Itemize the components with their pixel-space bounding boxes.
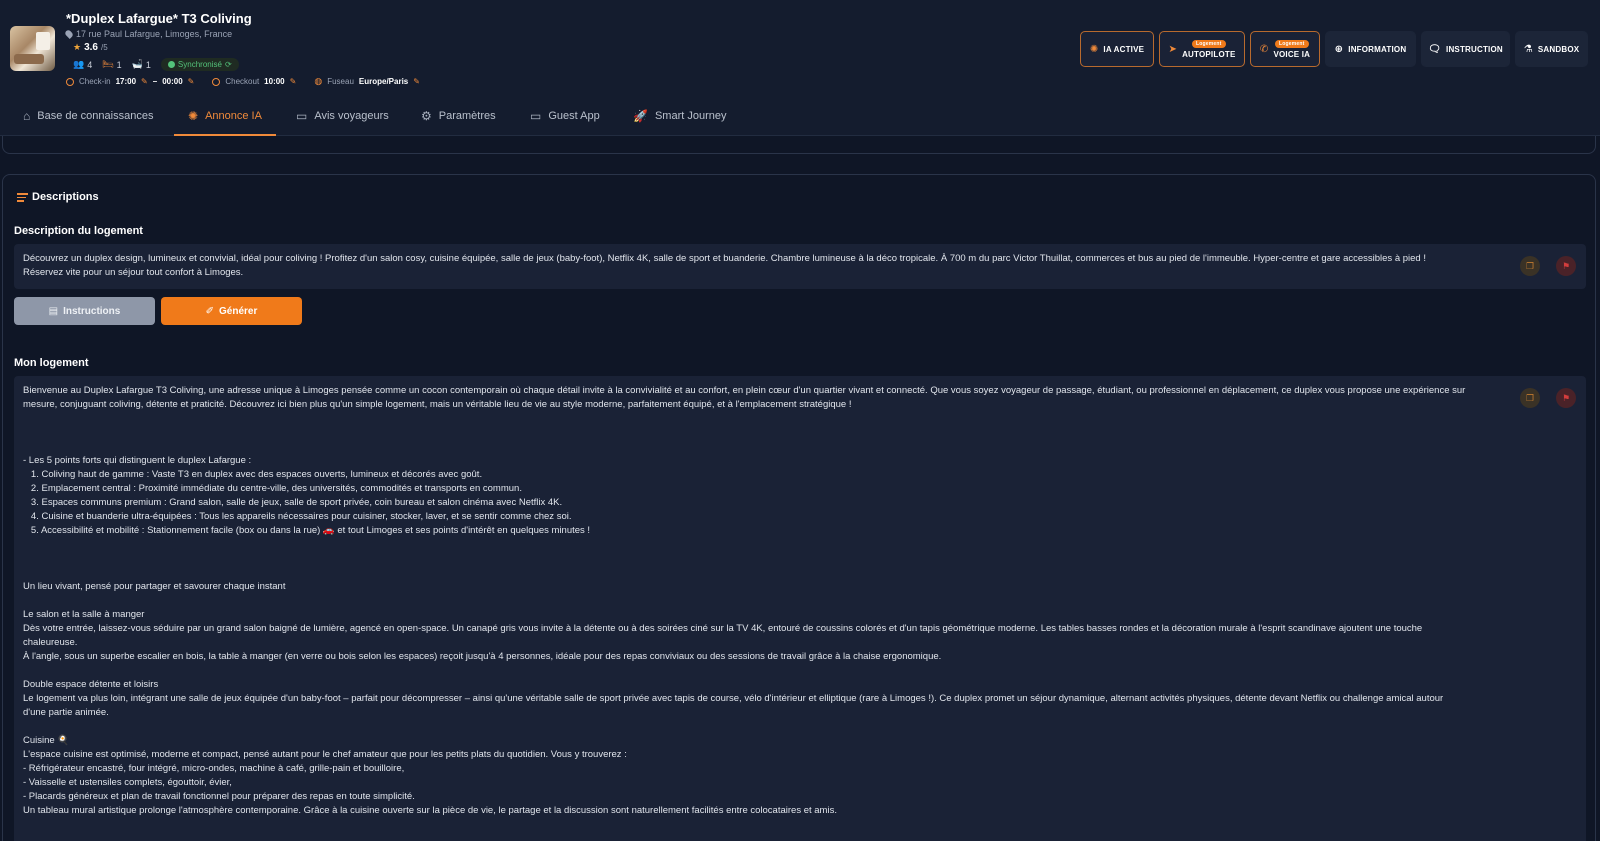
tab-smart-journey[interactable]: 🚀 Smart Journey — [633, 96, 726, 136]
generate-button[interactable]: ✐ Générer — [161, 297, 302, 325]
copy-icon[interactable]: ❐ — [1520, 388, 1540, 408]
timezone-value: Europe/Paris — [358, 77, 409, 86]
rating-max: /5 — [100, 43, 108, 52]
information-button[interactable]: ⊕ INFORMATION — [1325, 31, 1416, 67]
paper-plane-icon: ➤ — [1168, 43, 1178, 55]
pencil-icon[interactable]: ✎ — [290, 77, 297, 86]
star-icon: ★ — [73, 42, 82, 52]
property-capacity: 👥 4 🛏 1 🛁 1 Synchronisé ⟳ — [73, 58, 239, 71]
laptop-icon: ▭ — [530, 109, 542, 123]
clock-icon — [66, 77, 74, 86]
bathrooms-count: 1 — [145, 59, 151, 70]
copy-icon[interactable]: ❐ — [1520, 256, 1540, 276]
tab-label: Base de connaissances — [37, 110, 154, 122]
globe-icon: ◍ — [314, 76, 323, 86]
rocket-icon: 🚀 — [633, 109, 648, 123]
message-icon: ▭ — [296, 109, 308, 123]
property-title: *Duplex Lafargue* T3 Coliving — [66, 11, 252, 26]
generate-button-label: Générer — [219, 305, 258, 317]
autopilote-scope-tag: Logement — [1192, 39, 1226, 48]
gear-icon: ⚙ — [421, 109, 432, 123]
property-header: *Duplex Lafargue* T3 Coliving 17 rue Pau… — [0, 0, 1600, 96]
tab-settings[interactable]: ⚙ Paramètres — [421, 96, 496, 136]
list-icon — [17, 191, 28, 204]
instruction-label: INSTRUCTION — [1446, 44, 1503, 54]
checkin-to: 00:00 — [162, 77, 183, 86]
flask-icon: ⚗ — [1523, 43, 1533, 55]
tab-label: Guest App — [548, 110, 600, 122]
rating: ★ 3.6 /5 — [73, 42, 108, 53]
flag-icon[interactable]: ⚑ — [1556, 388, 1576, 408]
tab-guest-reviews[interactable]: ▭ Avis voyageurs — [296, 96, 389, 136]
list-icon: ▤ — [48, 305, 59, 317]
address-text: 17 rue Paul Lafargue, Limoges, France — [76, 29, 233, 39]
voice-scope-tag: Logement — [1275, 39, 1309, 48]
magic-wand-icon: ✐ — [205, 305, 215, 317]
check-circle-icon — [167, 61, 175, 68]
tab-label: Avis voyageurs — [314, 110, 389, 122]
voice-ia-label: VOICE IA — [1273, 49, 1311, 59]
sync-status-text: Synchronisé — [177, 60, 222, 69]
tab-label: Smart Journey — [654, 110, 727, 122]
tab-label: Annonce IA — [205, 110, 262, 122]
bedrooms-count: 1 — [116, 59, 122, 70]
brain-icon: ✺ — [188, 109, 199, 123]
checkin-separator: – — [152, 77, 158, 86]
phone-icon: ✆ — [1259, 43, 1269, 55]
guests-count: 4 — [87, 59, 93, 70]
ia-active-label: IA ACTIVE — [1103, 44, 1145, 54]
refresh-icon[interactable]: ⟳ — [225, 60, 232, 69]
description-label: Description du logement — [14, 225, 143, 237]
checkout-label: Checkout — [225, 77, 260, 86]
clock-icon — [212, 77, 221, 86]
home-icon: ⌂ — [23, 109, 31, 123]
rating-value: 3.6 — [84, 42, 98, 53]
information-label: INFORMATION — [1348, 44, 1407, 54]
ia-active-button[interactable]: ✺ IA ACTIVE — [1080, 31, 1154, 67]
bath-icon: 🛁 — [131, 59, 143, 69]
autopilote-label: AUTOPILOTE — [1182, 49, 1236, 59]
sync-status-badge[interactable]: Synchronisé ⟳ — [160, 58, 239, 71]
checkin-label: Check-in — [79, 77, 111, 86]
tab-guest-app[interactable]: ▭ Guest App — [530, 96, 600, 136]
instructions-button[interactable]: ▤ Instructions — [14, 297, 155, 325]
pencil-icon[interactable]: ✎ — [141, 77, 148, 86]
voice-ia-button[interactable]: ✆ Logement VOICE IA — [1250, 31, 1320, 67]
section-title-text: Descriptions — [32, 191, 99, 204]
instruction-button[interactable]: 🗨 INSTRUCTION — [1421, 31, 1510, 67]
checkin-checkout-row: Check-in 17:00 ✎ – 00:00 ✎ Checkout 10:0… — [66, 76, 420, 87]
mon-logement-textbox[interactable]: Bienvenue au Duplex Lafargue T3 Coliving… — [14, 376, 1586, 841]
tab-knowledge-base[interactable]: ⌂ Base de connaissances — [23, 96, 153, 136]
users-icon: 👥 — [73, 59, 85, 69]
descriptions-card: Descriptions Description du logement Déc… — [2, 174, 1596, 841]
instructions-button-label: Instructions — [63, 305, 121, 317]
tab-annonce-ia[interactable]: ✺ Annonce IA — [174, 96, 276, 136]
collapsed-card — [2, 136, 1596, 154]
map-pin-icon — [64, 29, 74, 39]
section-title: Descriptions — [17, 191, 99, 204]
property-address: 17 rue Paul Lafargue, Limoges, France — [64, 29, 233, 39]
tab-label: Paramètres — [438, 110, 496, 122]
sandbox-label: SANDBOX — [1537, 44, 1580, 54]
timezone-label: Fuseau — [327, 77, 354, 86]
bed-icon: 🛏 — [102, 59, 114, 69]
description-textbox[interactable]: Découvrez un duplex design, lumineux et … — [14, 244, 1586, 289]
brain-icon: ✺ — [1089, 43, 1099, 55]
flag-icon[interactable]: ⚑ — [1556, 256, 1576, 276]
mon-logement-label: Mon logement — [14, 357, 89, 369]
chat-icon: 🗨 — [1428, 43, 1442, 55]
plus-circle-icon: ⊕ — [1334, 43, 1344, 55]
checkin-from: 17:00 — [115, 77, 137, 86]
pencil-icon[interactable]: ✎ — [188, 77, 195, 86]
checkout-time: 10:00 — [264, 77, 285, 86]
tab-bar: ⌂ Base de connaissances ✺ Annonce IA ▭ A… — [0, 96, 1600, 136]
sandbox-button[interactable]: ⚗ SANDBOX — [1515, 31, 1588, 67]
property-thumbnail[interactable] — [10, 26, 55, 71]
pencil-icon[interactable]: ✎ — [413, 77, 420, 86]
autopilote-button[interactable]: ➤ Logement AUTOPILOTE — [1159, 31, 1245, 67]
